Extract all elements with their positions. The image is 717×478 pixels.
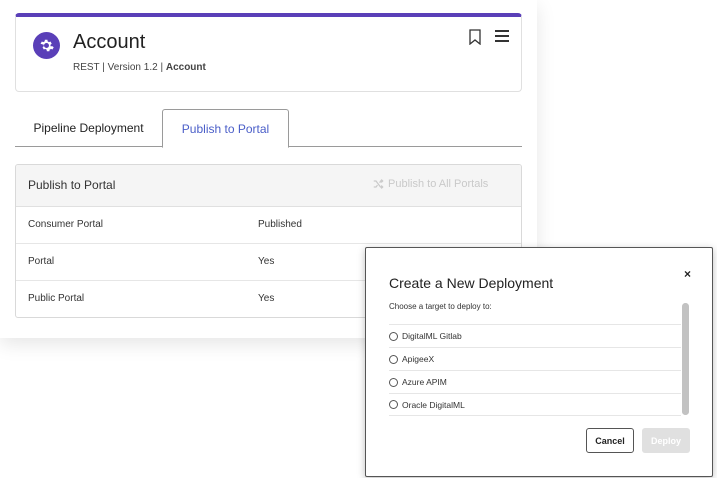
portal-name-cell: Portal: [28, 256, 55, 267]
radio-button[interactable]: [389, 331, 398, 341]
page-title: Account: [73, 31, 146, 53]
portal-name-cell: Public Portal: [28, 293, 85, 304]
table-header-row: Consumer Portal Published: [16, 207, 521, 244]
cancel-button[interactable]: Cancel: [586, 428, 634, 453]
api-version-text: REST | Version 1.2 |: [73, 62, 166, 73]
modal-title: Create a New Deployment: [389, 275, 554, 291]
option-list-scrollbar[interactable]: [682, 303, 689, 415]
published-status-cell: Yes: [258, 293, 275, 304]
modal-subtitle: Choose a target to deploy to:: [389, 302, 492, 311]
published-status-cell: Yes: [258, 256, 275, 267]
close-icon[interactable]: ×: [684, 267, 691, 281]
target-option-apigeex[interactable]: ApigeeX: [389, 347, 681, 370]
shuffle-icon: [373, 179, 384, 189]
publish-all-portals-button[interactable]: Publish to All Portals: [373, 178, 488, 190]
publish-card-title: Publish to Portal: [28, 178, 116, 192]
bookmark-icon[interactable]: [468, 29, 482, 45]
target-option-azure-apim[interactable]: Azure APIM: [389, 370, 681, 393]
target-option-label: Oracle DigitalML: [402, 399, 465, 410]
target-option-label: DigitalML Gitlab: [402, 331, 462, 341]
page: Account REST | Version 1.2 | Account Pip…: [0, 0, 717, 478]
api-name-text: Account: [165, 62, 206, 73]
column-header-consumer-portal: Consumer Portal: [28, 219, 104, 230]
target-option-label: Azure APIM: [402, 377, 447, 387]
radio-button[interactable]: [389, 400, 398, 409]
publish-card-header: Publish to Portal Publish to All Portals: [16, 165, 521, 207]
gear-icon: [33, 32, 60, 59]
create-deployment-modal: Create a New Deployment × Choose a targe…: [365, 247, 713, 477]
publish-all-label: Publish to All Portals: [388, 178, 489, 190]
radio-button[interactable]: [389, 354, 398, 364]
scrollbar-thumb[interactable]: [682, 303, 689, 415]
api-subtitle: REST | Version 1.2 | Account: [73, 62, 206, 73]
target-option-digitalml-gitlab[interactable]: DigitalML Gitlab: [389, 324, 681, 347]
deployment-target-list: DigitalML Gitlab ApigeeX Azure APIM Orac…: [389, 324, 681, 416]
deploy-button[interactable]: Deploy: [642, 428, 690, 453]
target-option-label: ApigeeX: [402, 354, 435, 364]
hamburger-menu-icon[interactable]: [494, 29, 510, 43]
tab-publish-to-portal[interactable]: Publish to Portal: [162, 109, 289, 148]
radio-button[interactable]: [389, 377, 398, 387]
target-option-oracle-digitalml[interactable]: Oracle DigitalML: [389, 393, 681, 416]
api-header-card: Account REST | Version 1.2 | Account: [15, 13, 522, 92]
tab-bar: Pipeline Deployment Publish to Portal: [15, 109, 522, 148]
tab-pipeline-deployment[interactable]: Pipeline Deployment: [15, 109, 162, 147]
column-header-published: Published: [258, 219, 302, 230]
